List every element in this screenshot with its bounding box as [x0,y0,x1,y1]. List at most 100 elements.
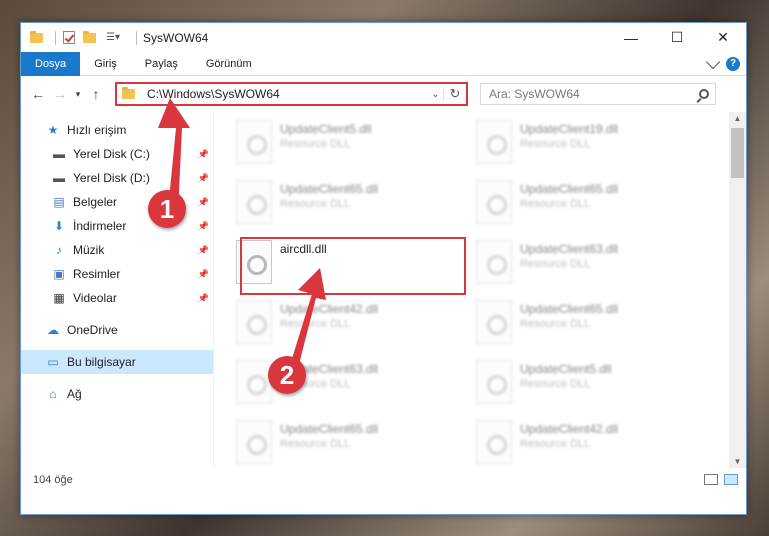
sidebar-item-local-disk-c[interactable]: ▬ Yerel Disk (C:) 📌 [21,142,213,166]
tab-file[interactable]: Dosya [21,51,81,76]
file-list: UpdateClient5.dll Resource DLL UpdateClie… [214,112,746,468]
address-dropdown-icon[interactable]: ⌄ [428,88,444,100]
folder-icon [121,87,135,101]
sidebar-item-onedrive[interactable]: ☁ OneDrive [21,318,213,342]
network-icon: ⌂ [49,387,57,401]
sidebar-item-label: Müzik [73,243,105,257]
sidebar-item-music[interactable]: ♪ Müzik 📌 [21,238,213,262]
pin-icon[interactable]: 📌 [198,293,209,304]
close-button[interactable]: ✕ [700,23,746,52]
star-icon: ★ [47,123,59,137]
tab-view[interactable]: Görünüm [192,52,266,76]
dll-file-icon [476,420,512,464]
forward-arrow-icon[interactable]: → [49,86,71,102]
pin-icon[interactable]: 📌 [198,245,209,256]
divider [55,30,56,45]
dll-file-icon [476,360,512,404]
refresh-icon[interactable]: ↻ [444,86,466,102]
file-item[interactable]: UpdateClient65.dll Resource DLL [232,416,458,472]
sidebar-item-label: Belgeler [73,195,118,209]
file-item[interactable]: UpdateClient63.dll Resource DLL [232,356,458,412]
file-item[interactable]: UpdateClient65.dll Resource DLL [472,296,698,352]
file-name: UpdateClient42.dll [280,302,379,316]
file-item[interactable]: UpdateClient19.dll Resource DLL [472,116,698,172]
dll-file-icon [236,120,272,164]
scrollbar-thumb[interactable] [731,128,744,178]
properties-icon[interactable] [62,31,76,45]
file-description: Resource DLL [520,378,591,390]
tab-home[interactable]: Giriş [80,52,131,76]
search-input[interactable]: Ara: SysWOW64 [480,83,716,105]
file-item[interactable]: UpdateClient5.dll Resource DLL [472,356,698,412]
address-bar[interactable]: C:\Windows\SysWOW64 ⌄ ↻ [115,82,468,106]
pin-icon[interactable]: 📌 [198,149,209,160]
sidebar-item-label: OneDrive [67,323,118,337]
title-bar: ☰▾ SysWOW64 — ☐ ✕ [21,23,746,52]
address-path[interactable]: C:\Windows\SysWOW64 [147,87,428,101]
dll-file-icon [236,180,272,224]
dll-file-icon [236,360,272,404]
help-icon[interactable]: ? [726,56,740,71]
vertical-scrollbar[interactable]: ▲ ▼ [729,112,746,468]
details-view-icon[interactable] [704,474,718,485]
file-item[interactable]: UpdateClient42.dll Resource DLL [472,416,698,472]
file-item[interactable]: UpdateClient42.dll Resource DLL [232,296,458,352]
file-item[interactable]: UpdateClient5.dll Resource DLL [232,116,458,172]
file-item[interactable]: UpdateClient63.dll Resource DLL [472,236,698,292]
maximize-button[interactable]: ☐ [654,23,700,52]
documents-icon: ▤ [53,195,65,209]
tab-share[interactable]: Paylaş [131,52,192,76]
pin-icon[interactable]: 📌 [198,197,209,208]
dll-file-icon [476,240,512,284]
file-name: UpdateClient5.dll [520,362,612,376]
window-title: SysWOW64 [143,30,209,45]
pin-icon[interactable]: 📌 [198,173,209,184]
sidebar-item-label: Ağ [67,387,82,401]
file-item[interactable]: UpdateClient65.dll Resource DLL [232,176,458,232]
recent-locations-chevron-icon[interactable]: ▾ [71,89,85,100]
pictures-icon: ▣ [53,267,65,281]
file-item[interactable]: UpdateClient65.dll Resource DLL [472,176,698,232]
sidebar-item-videos[interactable]: ▦ Videolar 📌 [21,286,213,310]
file-description: Resource DLL [280,318,351,330]
search-placeholder: Ara: SysWOW64 [489,87,580,101]
drive-icon: ▬ [53,171,65,185]
sidebar-item-label: Videolar [73,291,117,305]
expand-ribbon-icon[interactable] [705,54,721,69]
file-name: UpdateClient65.dll [520,302,619,316]
music-icon: ♪ [56,243,62,257]
sidebar-item-local-disk-d[interactable]: ▬ Yerel Disk (D:) 📌 [21,166,213,190]
navigation-pane: ★ Hızlı erişim ▬ Yerel Disk (C:) 📌 ▬ Yer… [21,112,214,468]
videos-icon: ▦ [53,291,65,305]
file-description: Resource DLL [520,438,591,450]
up-arrow-icon[interactable]: ↑ [85,86,107,102]
customize-toolbar-icon[interactable]: ☰▾ [102,31,124,45]
pin-icon[interactable]: 📌 [198,269,209,280]
sidebar-item-label: Hızlı erişim [67,123,127,137]
step-badge-2: 2 [268,356,306,394]
explorer-body: ★ Hızlı erişim ▬ Yerel Disk (C:) 📌 ▬ Yer… [21,112,746,468]
file-description: Resource DLL [280,198,351,210]
large-icons-view-icon[interactable] [724,474,738,485]
sidebar-item-pictures[interactable]: ▣ Resimler 📌 [21,262,213,286]
minimize-button[interactable]: — [608,23,654,52]
sidebar-item-quick-access[interactable]: ★ Hızlı erişim [21,118,213,142]
dll-file-icon [236,300,272,344]
sidebar-item-downloads[interactable]: ⬇ İndirmeler 📌 [21,214,213,238]
item-count: 104 öğe [33,473,73,486]
file-description: Resource DLL [520,318,591,330]
sidebar-item-label: İndirmeler [73,219,127,233]
pin-icon[interactable]: 📌 [198,221,209,232]
scroll-down-icon[interactable]: ▼ [729,457,746,466]
scroll-up-icon[interactable]: ▲ [729,114,746,123]
file-name: UpdateClient65.dll [280,182,379,196]
sidebar-item-this-pc[interactable]: ▭ Bu bilgisayar [21,350,213,374]
sidebar-item-network[interactable]: ⌂ Ağ [21,382,213,406]
file-description: Resource DLL [280,438,351,450]
new-folder-icon[interactable] [82,30,96,45]
dll-file-icon [476,300,512,344]
search-icon[interactable] [699,89,709,99]
ribbon-tabs: Dosya Giriş Paylaş Görünüm ? [21,51,746,76]
back-arrow-icon[interactable]: ← [27,86,49,102]
file-name: UpdateClient63.dll [520,242,619,256]
